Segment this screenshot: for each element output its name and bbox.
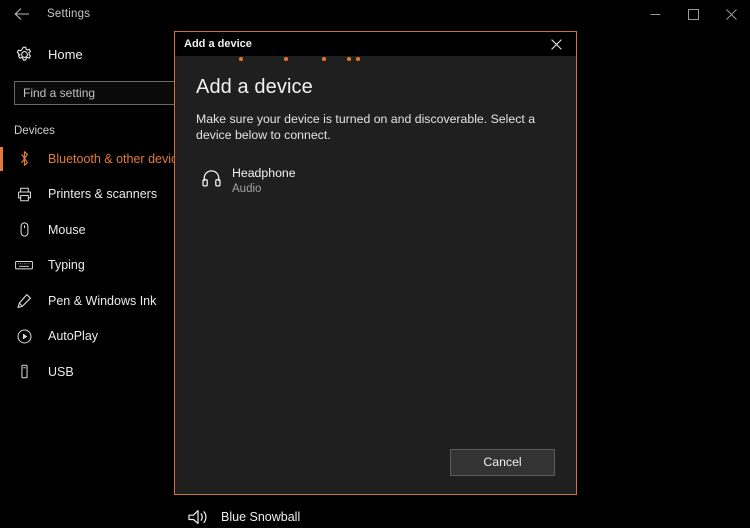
search-input[interactable] [23, 86, 177, 100]
minimize-icon[interactable] [636, 0, 674, 28]
sidebar-item-pen-windows-ink[interactable]: Pen & Windows Ink [0, 283, 178, 319]
sidebar-item-label: Typing [48, 258, 85, 273]
keyboard-icon [14, 255, 34, 275]
progress-dot [356, 57, 360, 61]
progress-dot [347, 57, 351, 61]
discovered-device-list: Headphone Audio [196, 162, 555, 199]
background-device-row[interactable]: Blue Snowball [186, 506, 746, 528]
dialog-footer: Cancel [175, 449, 576, 494]
headphone-icon [198, 165, 224, 191]
close-icon[interactable] [536, 32, 576, 56]
sidebar-item-mouse[interactable]: Mouse [0, 212, 178, 248]
sidebar-item-label: AutoPlay [48, 329, 99, 344]
window-titlebar: Settings [0, 0, 750, 28]
device-type: Audio [232, 183, 262, 195]
sidebar-item-label: Printers & scanners [48, 187, 158, 202]
sidebar-item-autoplay[interactable]: AutoPlay [0, 319, 178, 355]
add-device-dialog: Add a device Add a device Make sure your… [174, 31, 577, 495]
usb-icon [14, 362, 34, 382]
window-controls [636, 0, 750, 28]
sidebar-item-typing[interactable]: Typing [0, 248, 178, 284]
device-name: Headphone [232, 166, 296, 180]
dialog-description: Make sure your device is turned on and d… [196, 112, 536, 142]
search-box[interactable] [14, 81, 186, 105]
gear-icon [14, 44, 34, 64]
dialog-titlebar: Add a device [175, 32, 576, 56]
printer-icon [14, 184, 34, 204]
sidebar-item-label: Mouse [48, 222, 86, 237]
sidebar-item-printers-scanners[interactable]: Printers & scanners [0, 177, 178, 213]
pen-icon [14, 291, 34, 311]
speaker-icon [186, 506, 210, 528]
cancel-button[interactable]: Cancel [450, 449, 555, 476]
background-device-label: Blue Snowball [221, 510, 301, 524]
sidebar-item-label: Pen & Windows Ink [48, 293, 157, 308]
dialog-body: Add a device Make sure your device is tu… [175, 64, 576, 449]
sidebar: Home Devices Bluetooth & other devices P… [0, 28, 190, 528]
autoplay-icon [14, 326, 34, 346]
sidebar-section-label: Devices [14, 125, 55, 137]
back-arrow-icon[interactable] [0, 0, 44, 28]
progress-dot [322, 57, 326, 61]
app-title: Settings [47, 8, 91, 20]
sidebar-item-bluetooth-other-devices[interactable]: Bluetooth & other devices [0, 141, 190, 177]
dialog-heading: Add a device [196, 76, 313, 98]
mouse-icon [14, 220, 34, 240]
progress-indicator [175, 56, 576, 64]
progress-dot [284, 57, 288, 61]
maximize-icon[interactable] [674, 0, 712, 28]
sidebar-item-label: Home [48, 46, 83, 62]
sidebar-item-home[interactable]: Home [0, 39, 178, 69]
settings-window: Settings Home De [0, 0, 750, 528]
progress-dot [239, 57, 243, 61]
list-item[interactable]: Headphone Audio [196, 162, 555, 199]
dialog-titlebar-title: Add a device [184, 38, 252, 50]
sidebar-item-label: USB [48, 364, 74, 379]
bluetooth-icon [14, 149, 34, 169]
sidebar-item-label: Bluetooth & other devices [48, 151, 191, 166]
sidebar-item-usb[interactable]: USB [0, 354, 178, 390]
close-icon[interactable] [712, 0, 750, 28]
